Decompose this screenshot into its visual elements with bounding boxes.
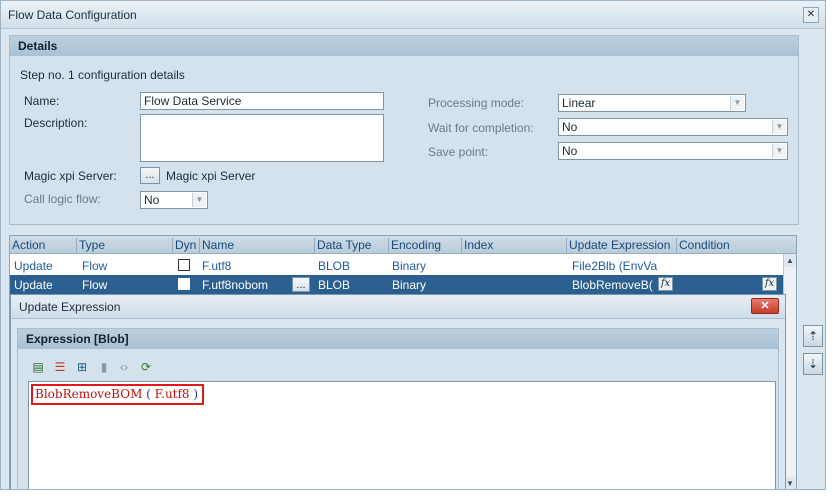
move-down-icon[interactable]: ⇣	[803, 353, 823, 375]
name-input[interactable]: Flow Data Service	[140, 92, 384, 110]
expression-header: Expression [Blob]	[18, 329, 778, 349]
row-update-expression: File2Blb (EnvVa	[572, 259, 658, 273]
save-point-value: No	[562, 144, 578, 158]
server-value: Magic xpi Server	[166, 169, 256, 183]
row-name: F.utf8	[202, 259, 232, 273]
description-input[interactable]	[140, 114, 384, 162]
row-type: Flow	[82, 278, 108, 292]
list-icon[interactable]: ☰	[52, 359, 68, 375]
processing-mode-value: Linear	[562, 96, 596, 110]
wait-select[interactable]: No ▼	[558, 118, 788, 136]
dyn-checkbox[interactable]	[178, 259, 190, 271]
row-action: Update	[14, 259, 53, 273]
processing-mode-select[interactable]: Linear ▼	[558, 94, 746, 112]
call-logic-select[interactable]: No ▼	[140, 191, 208, 209]
dyn-checkbox[interactable]	[178, 278, 190, 290]
processing-mode-label: Processing mode:	[428, 96, 525, 110]
details-header: Details	[10, 36, 798, 56]
table-row-selected[interactable]: Update Flow F.utf8nobom ... BLOB Binary …	[10, 275, 784, 294]
condition-fx-icon[interactable]: fx	[762, 277, 777, 291]
brackets-icon[interactable]: ‹›	[116, 359, 132, 375]
col-type[interactable]: Type	[76, 238, 105, 254]
window-title: Flow Data Configuration	[8, 8, 137, 22]
col-update-expression[interactable]: Update Expression	[566, 238, 670, 254]
row-data-type: BLOB	[318, 278, 351, 292]
code-argument: F.utf8	[154, 387, 190, 401]
row-type: Flow	[82, 259, 108, 273]
refresh-icon[interactable]: ⟳	[138, 359, 154, 375]
clear-icon[interactable]: ▮	[96, 359, 112, 375]
flow-data-configuration-window: Flow Data Configuration ✕ Details Step n…	[0, 0, 826, 490]
col-condition[interactable]: Condition	[676, 238, 730, 254]
expression-editor[interactable]: BlobRemoveBOM ( F.utf8 )	[28, 381, 776, 489]
chevron-down-icon: ▼	[730, 96, 744, 110]
move-up-icon[interactable]: ⇡	[803, 325, 823, 347]
row-name: F.utf8nobom	[202, 278, 269, 292]
grid-header: Action Type Dyn Name Data Type Encoding …	[10, 236, 796, 254]
code-close-paren: )	[189, 387, 199, 401]
row-encoding: Binary	[392, 278, 427, 292]
fx-icon[interactable]: fx	[658, 277, 673, 291]
update-expression-dialog: Update Expression ✕ Expression [Blob] ▤ …	[10, 294, 786, 489]
table-row[interactable]: Update Flow F.utf8 BLOB Binary File2Blb …	[10, 256, 784, 275]
row-encoding: Binary	[392, 259, 427, 273]
description-label: Description:	[24, 116, 88, 130]
chevron-down-icon: ▼	[772, 144, 786, 158]
chevron-down-icon: ▼	[772, 120, 786, 134]
scroll-up-icon[interactable]: ▲	[784, 254, 796, 267]
tree-icon[interactable]: ⊞	[74, 359, 90, 375]
col-dyn[interactable]: Dyn	[172, 238, 196, 254]
window-titlebar: Flow Data Configuration ✕	[1, 1, 825, 29]
expression-code: BlobRemoveBOM ( F.utf8 )	[31, 384, 205, 405]
window-close-icon[interactable]: ✕	[803, 7, 819, 23]
name-label: Name:	[24, 94, 60, 108]
dialog-titlebar: Update Expression ✕	[11, 295, 785, 319]
call-logic-label: Call logic flow:	[24, 192, 101, 206]
col-encoding[interactable]: Encoding	[388, 238, 441, 254]
row-update-expression: BlobRemoveB(	[572, 278, 653, 292]
call-logic-value: No	[144, 193, 160, 207]
col-action[interactable]: Action	[10, 238, 45, 254]
row-data-type: BLOB	[318, 259, 351, 273]
save-point-label: Save point:	[428, 145, 489, 159]
save-point-select[interactable]: No ▼	[558, 142, 788, 160]
wait-value: No	[562, 120, 578, 134]
step-text: Step no. 1 configuration details	[20, 68, 185, 82]
server-label: Magic xpi Server:	[24, 169, 117, 183]
wait-label: Wait for completion:	[428, 121, 534, 135]
function-wizard-icon[interactable]: ▤	[30, 359, 46, 375]
details-panel: Details Step no. 1 configuration details…	[9, 35, 799, 225]
dialog-close-button[interactable]: ✕	[751, 298, 779, 314]
col-index[interactable]: Index	[461, 238, 493, 254]
expression-panel: Expression [Blob] ▤ ☰ ⊞ ▮ ‹› ⟳ BlobRemov…	[17, 328, 779, 489]
dialog-title: Update Expression	[19, 300, 121, 314]
code-function: BlobRemoveBOM	[35, 387, 143, 401]
chevron-down-icon: ▼	[192, 193, 206, 207]
col-data-type[interactable]: Data Type	[314, 238, 371, 254]
code-open-paren: (	[142, 387, 155, 401]
server-browse-button[interactable]: ...	[140, 167, 160, 184]
col-name[interactable]: Name	[199, 238, 234, 254]
row-action: Update	[14, 278, 53, 292]
name-browse-button[interactable]: ...	[292, 277, 310, 292]
